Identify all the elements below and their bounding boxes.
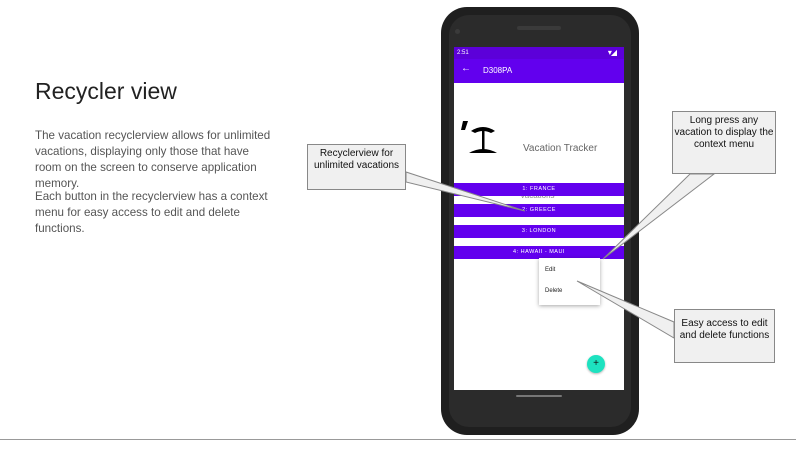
callout-pointers (405, 171, 716, 339)
callout-long-press: Long press any vacation to display the c… (672, 111, 776, 174)
slide-bottom-divider (0, 439, 796, 440)
callout-recyclerview: Recyclerview for unlimited vacations (307, 144, 406, 190)
callout-easy-access: Easy access to edit and delete functions (674, 309, 775, 363)
